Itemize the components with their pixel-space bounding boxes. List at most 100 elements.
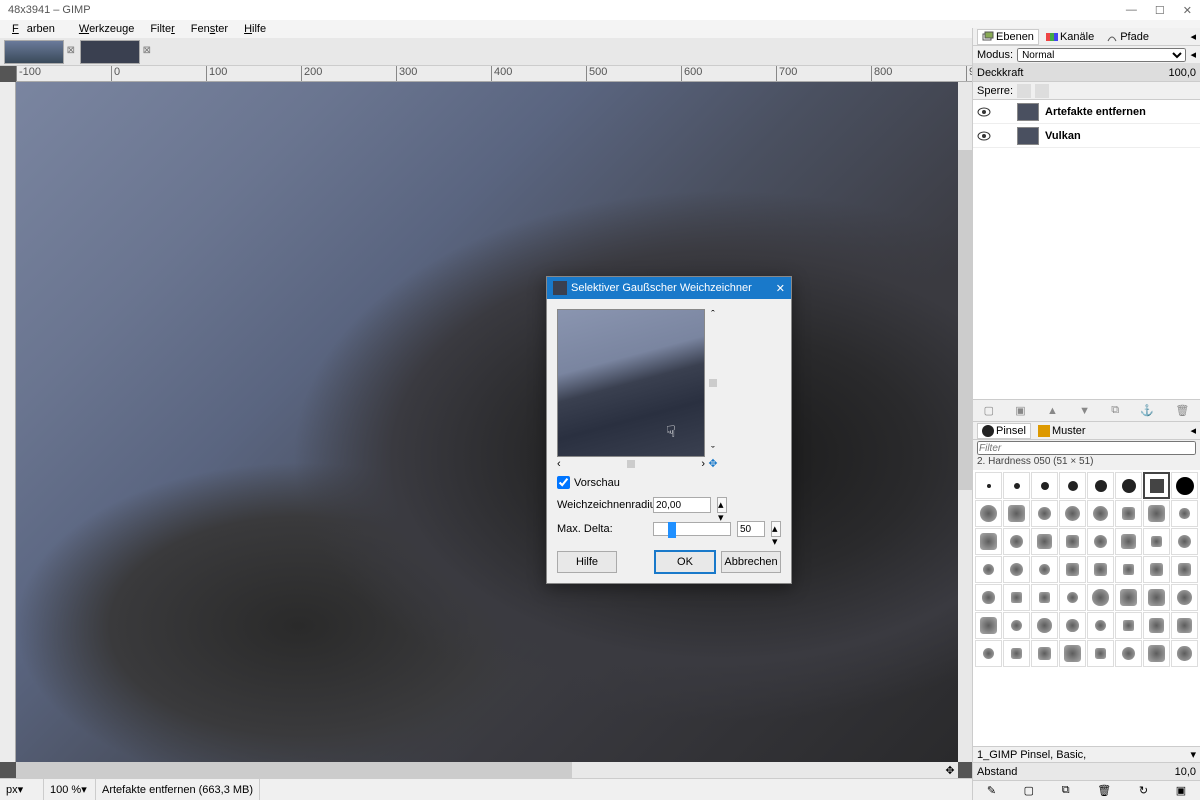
brush-as-image-icon[interactable]: ▣ — [1176, 784, 1186, 797]
menu-farben[interactable]: Farben — [4, 21, 71, 37]
brush-item[interactable] — [1059, 472, 1086, 499]
tab-channels[interactable]: Kanäle — [1041, 29, 1099, 45]
brush-item[interactable] — [1059, 584, 1086, 611]
scrollbar-horizontal[interactable] — [16, 762, 942, 778]
brush-item[interactable] — [1171, 500, 1198, 527]
brush-item[interactable] — [1059, 528, 1086, 555]
mode-select[interactable]: Normal — [1017, 48, 1186, 62]
brush-item[interactable] — [1059, 556, 1086, 583]
brush-item[interactable] — [1115, 584, 1142, 611]
brush-item[interactable] — [1087, 528, 1114, 555]
brush-item[interactable] — [1003, 528, 1030, 555]
tab-paths[interactable]: Pfade — [1101, 29, 1154, 45]
delta-spinner[interactable]: ▴▾ — [771, 521, 781, 537]
dock-menu-icon[interactable]: ◂ — [1190, 30, 1196, 43]
close-icon[interactable]: ✕ — [1183, 4, 1192, 17]
brush-item[interactable] — [1143, 612, 1170, 639]
brush-item[interactable] — [975, 556, 1002, 583]
brush-item[interactable] — [1115, 556, 1142, 583]
layer-row[interactable]: Vulkan — [973, 124, 1200, 148]
brush-item[interactable] — [1087, 556, 1114, 583]
layer-group-icon[interactable]: ▣ — [1015, 404, 1025, 417]
brush-item[interactable] — [1115, 472, 1142, 499]
new-layer-icon[interactable]: ▢ — [984, 404, 994, 417]
opacity-row[interactable]: Deckkraft 100,0 — [973, 64, 1200, 82]
new-brush-icon[interactable]: ▢ — [1024, 784, 1034, 797]
brush-item[interactable] — [975, 500, 1002, 527]
brush-item[interactable] — [1115, 500, 1142, 527]
tab-layers[interactable]: Ebenen — [977, 29, 1039, 45]
lower-layer-icon[interactable]: ▼ — [1079, 405, 1090, 417]
brush-item[interactable] — [975, 584, 1002, 611]
refresh-brush-icon[interactable]: ↻ — [1139, 784, 1148, 797]
tab-patterns[interactable]: Muster — [1033, 423, 1091, 439]
brush-item[interactable] — [1003, 584, 1030, 611]
radius-input[interactable] — [653, 497, 711, 513]
canvas[interactable] — [16, 82, 958, 762]
brush-item[interactable] — [975, 472, 1002, 499]
unit-selector[interactable]: px▾ — [0, 779, 44, 800]
delete-layer-icon[interactable]: 🗑 — [1175, 404, 1189, 417]
brush-item[interactable] — [1003, 612, 1030, 639]
scrollbar-thumb[interactable] — [958, 150, 972, 490]
radius-spinner[interactable]: ▴▾ — [717, 497, 727, 513]
minimize-icon[interactable]: — — [1126, 4, 1137, 17]
preview-checkbox[interactable] — [557, 476, 570, 489]
preview-scroll-h[interactable]: ‹› — [557, 458, 705, 470]
brush-item[interactable] — [1171, 584, 1198, 611]
brush-item[interactable] — [1115, 612, 1142, 639]
delta-input[interactable] — [737, 521, 765, 537]
visibility-icon[interactable] — [977, 129, 991, 143]
dock-menu-icon[interactable]: ◂ — [1190, 424, 1196, 437]
visibility-icon[interactable] — [977, 105, 991, 119]
image-tab-1[interactable]: ⊠ — [4, 40, 64, 64]
zoom-selector[interactable]: 100 %▾ — [44, 779, 96, 800]
dialog-titlebar[interactable]: Selektiver Gaußscher Weichzeichner ✕ — [547, 277, 791, 299]
brush-item[interactable] — [975, 528, 1002, 555]
close-tab-icon[interactable]: ⊠ — [67, 45, 75, 56]
navigation-icon[interactable]: ✥ — [942, 762, 958, 778]
tab-brushes[interactable]: Pinsel — [977, 423, 1031, 439]
delete-brush-icon[interactable]: 🗑 — [1097, 784, 1111, 797]
duplicate-brush-icon[interactable]: ⧉ — [1062, 784, 1070, 797]
cancel-button[interactable]: Abbrechen — [721, 551, 781, 573]
ok-button[interactable]: OK — [655, 551, 715, 573]
brush-item[interactable] — [1059, 500, 1086, 527]
brush-item[interactable] — [1087, 640, 1114, 667]
brush-item[interactable] — [1031, 500, 1058, 527]
brush-item[interactable] — [1087, 584, 1114, 611]
brush-item[interactable] — [1087, 472, 1114, 499]
brush-item[interactable] — [1143, 528, 1170, 555]
brush-item[interactable] — [1003, 556, 1030, 583]
help-button[interactable]: Hilfe — [557, 551, 617, 573]
brush-spacing-row[interactable]: Abstand 10,0 — [973, 762, 1200, 780]
delta-slider[interactable] — [653, 522, 731, 536]
anchor-layer-icon[interactable]: ⚓ — [1140, 404, 1154, 417]
edit-brush-icon[interactable]: ✎ — [987, 784, 996, 797]
preview-nav-icon[interactable]: ✥ — [707, 457, 719, 469]
brush-item[interactable] — [1031, 612, 1058, 639]
menu-hilfe[interactable]: Hilfe — [236, 21, 274, 37]
dialog-close-icon[interactable]: ✕ — [776, 282, 785, 295]
scrollbar-vertical[interactable] — [958, 82, 972, 762]
brush-item[interactable] — [1031, 640, 1058, 667]
brush-item[interactable] — [1143, 640, 1170, 667]
brush-item[interactable] — [975, 640, 1002, 667]
menu-fenster[interactable]: Fenster — [183, 21, 236, 37]
menu-werkzeuge[interactable]: Werkzeuge — [71, 21, 142, 37]
brush-item[interactable] — [1031, 528, 1058, 555]
brush-item[interactable] — [1059, 640, 1086, 667]
preview-scroll-v[interactable]: ˆˇ — [707, 309, 719, 457]
brush-item[interactable] — [1143, 500, 1170, 527]
scrollbar-thumb[interactable] — [16, 762, 572, 778]
brush-item[interactable] — [1171, 472, 1198, 499]
layer-row[interactable]: Artefakte entfernen — [973, 100, 1200, 124]
brush-item[interactable] — [1087, 500, 1114, 527]
brush-item[interactable] — [1003, 640, 1030, 667]
dock-options-icon[interactable]: ◂ — [1190, 48, 1196, 61]
slider-thumb[interactable] — [668, 522, 676, 538]
brush-item[interactable] — [1003, 500, 1030, 527]
brush-item[interactable] — [1115, 640, 1142, 667]
brush-item[interactable] — [1031, 556, 1058, 583]
brush-item[interactable] — [1003, 472, 1030, 499]
